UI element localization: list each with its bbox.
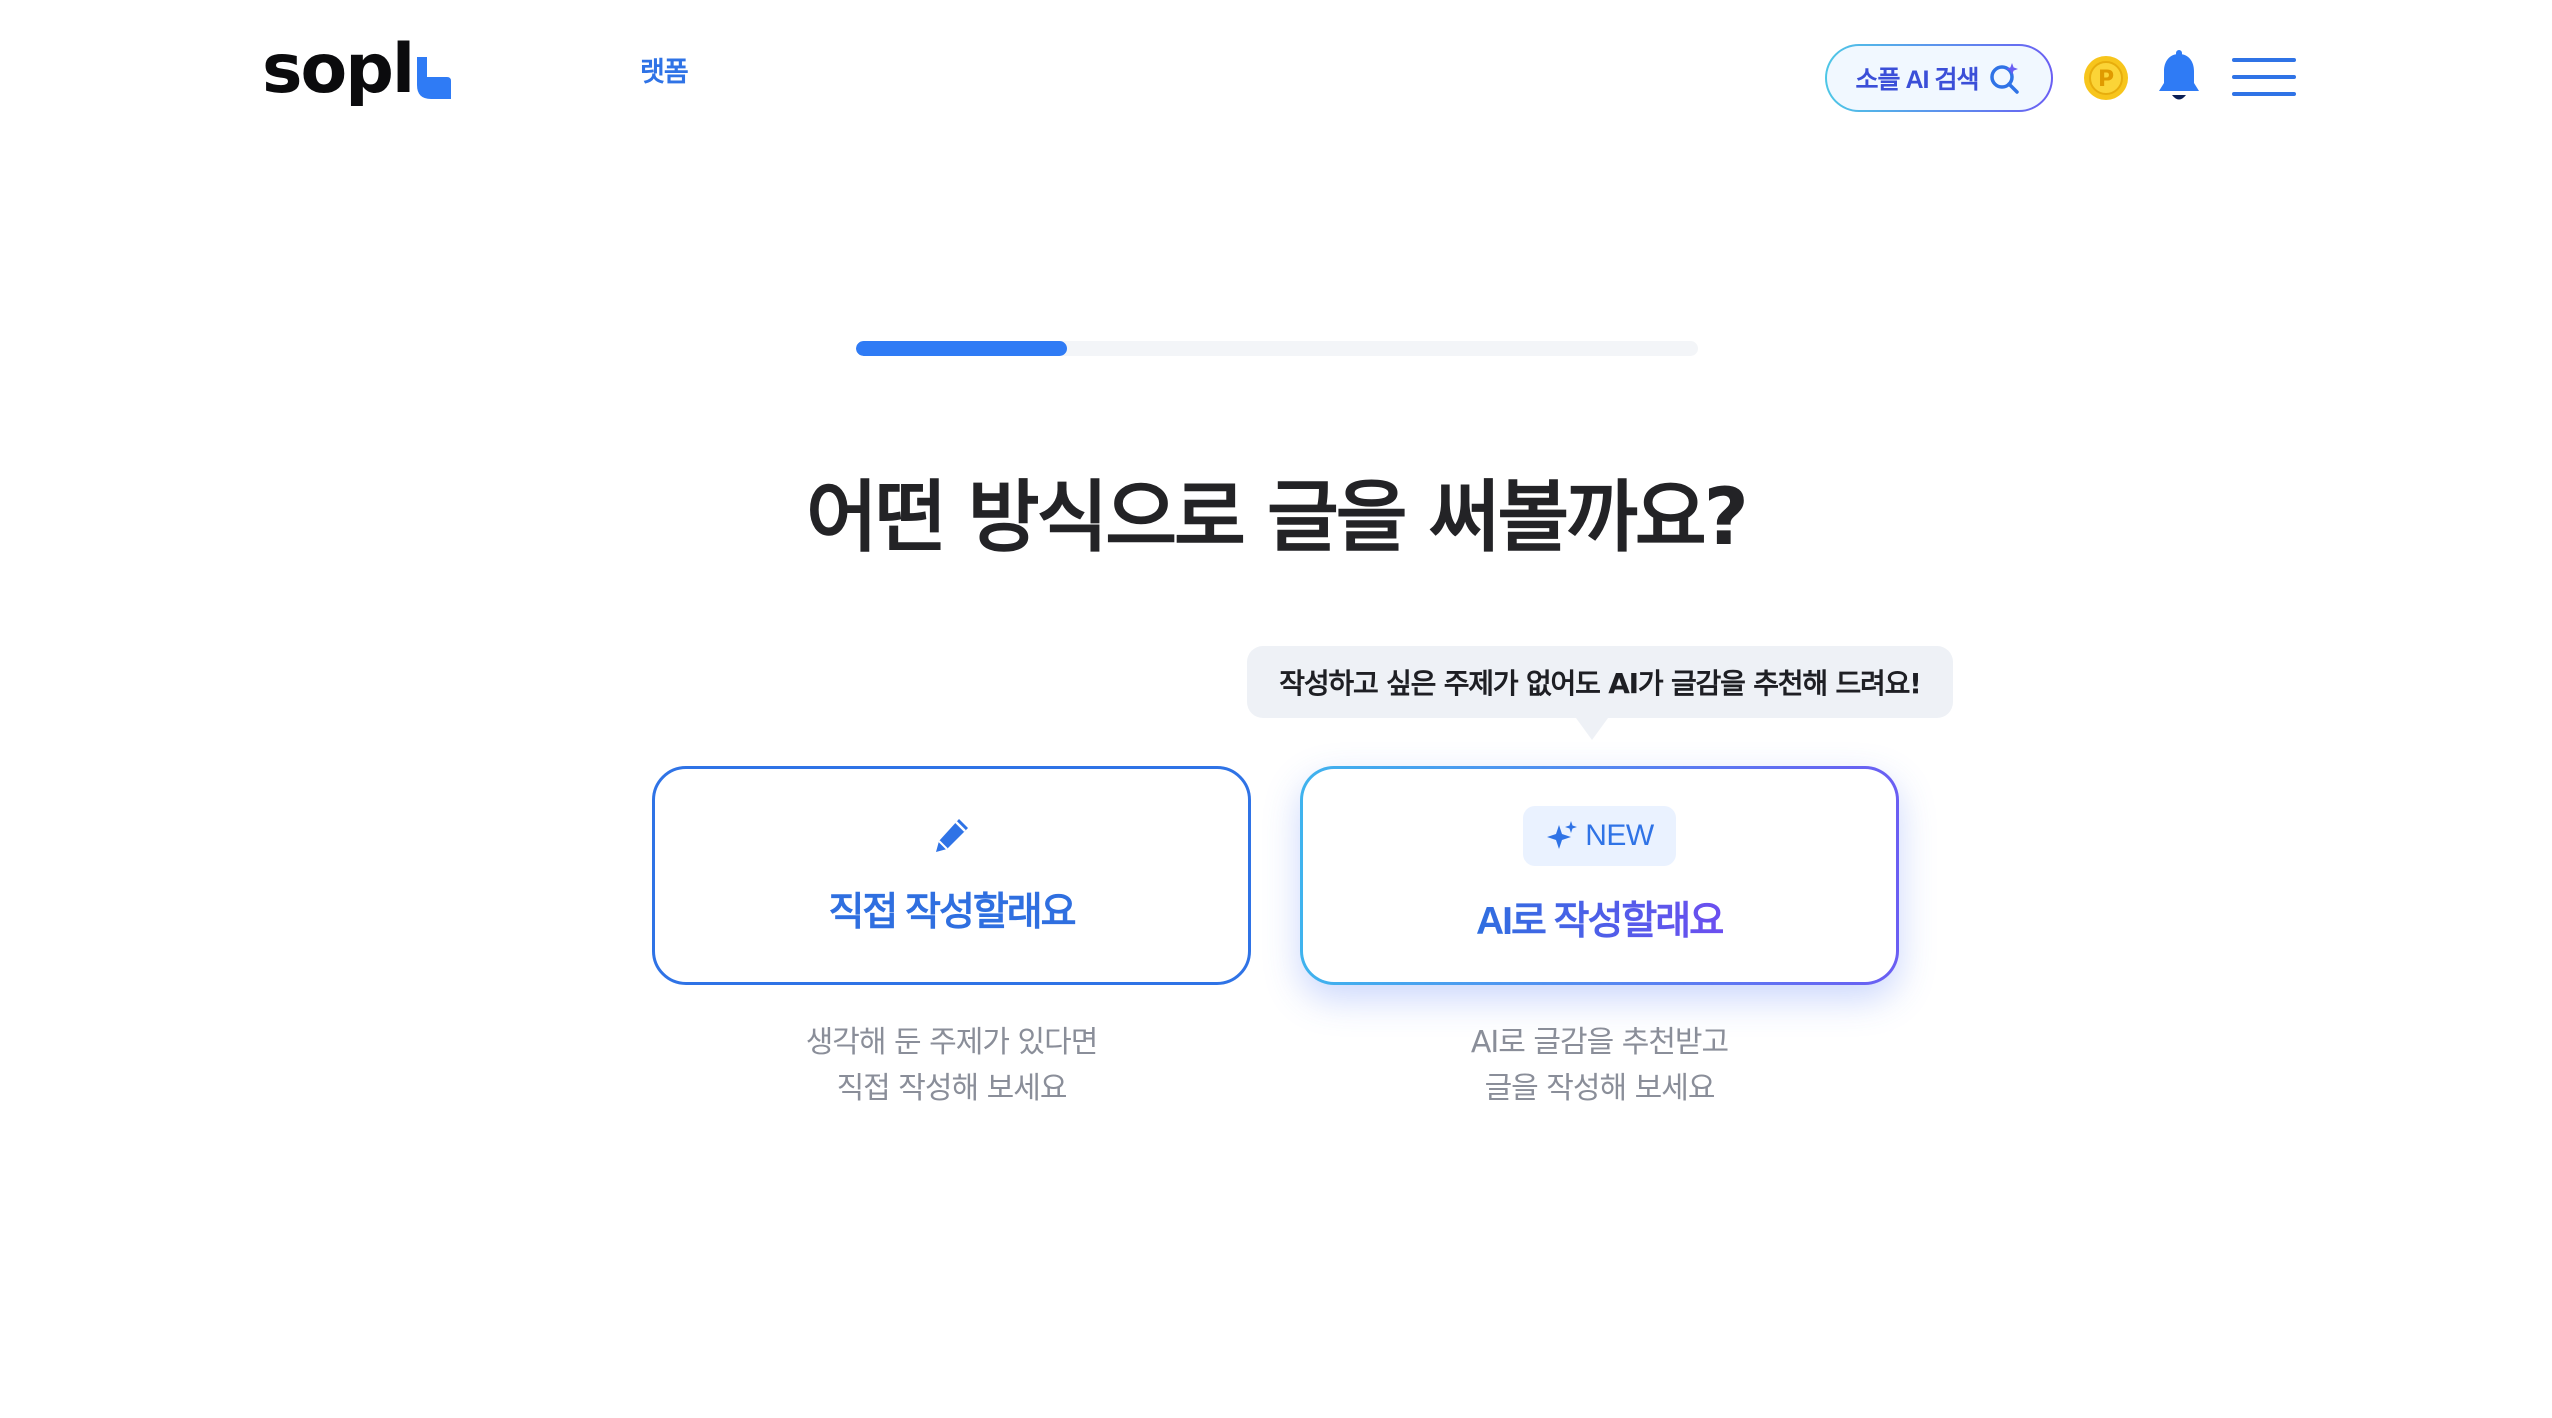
page-title: 어떤 방식으로 글을 써볼까요? (806, 473, 1749, 563)
point-coin-icon[interactable]: P (2082, 54, 2130, 102)
description-line: 생각해 둔 주제가 있다면 (805, 1025, 1099, 1060)
description-line: AI로 글감을 추천받고 (1470, 1025, 1729, 1060)
ai-search-label: 소플 AI 검색 (1855, 66, 1980, 94)
sople-logo[interactable]: sopl (262, 30, 452, 110)
tooltip-text: 작성하고 싶은 주제가 없어도 AI가 글감을 추천해 드려요! (1279, 667, 1922, 700)
logo-mark-icon (417, 57, 452, 99)
top-header: sopl 랫폼 소플 AI 검색 P (0, 0, 2552, 150)
point-coin-label: P (2098, 67, 2114, 92)
logo-wordmark: sopl (262, 30, 415, 109)
hamburger-menu-icon[interactable] (2232, 56, 2296, 98)
nav-link-platform[interactable]: 랫폼 (640, 50, 689, 89)
bell-icon[interactable] (2156, 50, 2202, 104)
description-line: 직접 작성해 보세요 (836, 1071, 1068, 1106)
new-badge-label: NEW (1585, 818, 1654, 852)
write-manually-button[interactable]: 직접 작성할래요 (652, 766, 1251, 985)
step-progress-fill (856, 341, 1067, 356)
search-sparkle-icon (1990, 63, 2020, 94)
write-with-ai-button[interactable]: NEW AI로 작성할래요 (1300, 766, 1899, 985)
ai-search-button[interactable]: 소플 AI 검색 (1825, 44, 2053, 112)
ai-recommend-tooltip: 작성하고 싶은 주제가 없어도 AI가 글감을 추천해 드려요! (1247, 646, 1953, 740)
write-with-ai-label: AI로 작성할래요 (1476, 890, 1725, 946)
write-manually-description: 생각해 둔 주제가 있다면 직접 작성해 보세요 (652, 1020, 1251, 1112)
description-line: 글을 작성해 보세요 (1484, 1071, 1716, 1106)
step-progress-bar (856, 341, 1698, 356)
write-with-ai-description: AI로 글감을 추천받고 글을 작성해 보세요 (1300, 1020, 1899, 1112)
new-badge: NEW (1523, 805, 1676, 866)
write-manually-label: 직접 작성할래요 (828, 890, 1077, 934)
sparkle-icon (1547, 820, 1578, 849)
pencil-icon (935, 818, 968, 852)
